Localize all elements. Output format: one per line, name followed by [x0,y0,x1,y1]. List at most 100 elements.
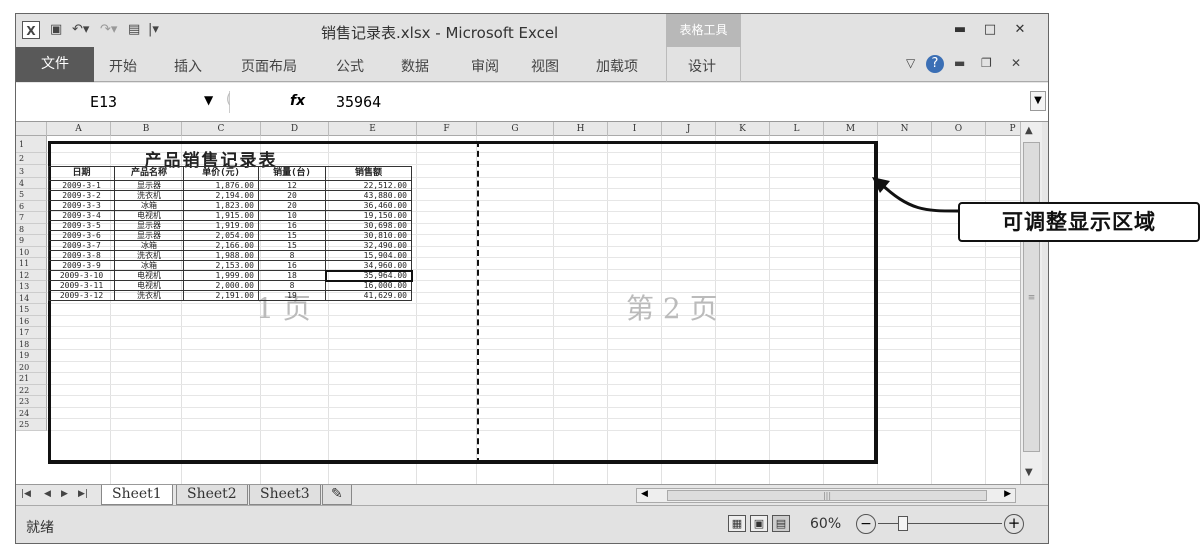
page-break-preview-icon[interactable]: ▤ [772,515,790,532]
row-header-5[interactable]: 5 [16,189,47,201]
table-cell[interactable]: 8 [258,250,326,261]
row-header-20[interactable]: 20 [16,361,47,373]
excel-logo-icon[interactable]: X [22,21,40,39]
table-cell[interactable]: 15,904.00 [325,250,412,261]
print-preview-icon[interactable]: ▤ [128,21,140,39]
vertical-scroll-thumb[interactable]: ≡ [1023,142,1040,452]
column-header-l[interactable]: L [770,122,824,136]
name-box[interactable]: E13 [20,91,230,113]
table-cell[interactable]: 2009-3-5 [48,220,115,231]
workbook-restore-icon[interactable]: ❐ [981,56,992,70]
table-cell[interactable]: 2009-3-3 [48,200,115,211]
help-icon[interactable]: ? [926,55,944,73]
row-header-17[interactable]: 17 [16,327,47,339]
table-cell[interactable]: 10 [258,210,326,221]
table-cell[interactable]: 2009-3-8 [48,250,115,261]
last-sheet-icon[interactable]: ▶| [78,489,88,499]
table-cell[interactable]: 冰箱 [114,240,184,251]
table-cell[interactable]: 16 [258,220,326,231]
table-cell[interactable]: 2009-3-11 [48,280,115,291]
tab-home[interactable]: 开始 [109,56,137,76]
table-cell[interactable]: 12 [258,180,326,191]
row-header-14[interactable]: 14 [16,292,47,304]
next-sheet-icon[interactable]: ▶ [61,489,68,499]
table-cell[interactable]: 2009-3-10 [48,270,115,281]
table-cell[interactable]: 35,964.00 [324,269,413,282]
table-cell[interactable]: 15 [258,230,326,241]
table-cell[interactable]: 2,054.00 [183,230,259,241]
insert-sheet-icon[interactable]: ✎ [322,485,352,505]
tab-formulas[interactable]: 公式 [336,56,364,76]
header-quantity[interactable]: 销量(台) [258,166,326,181]
table-cell[interactable]: 30,698.00 [325,220,412,231]
scroll-up-icon[interactable]: ▲ [1025,125,1033,136]
table-cell[interactable]: 30,810.00 [325,230,412,241]
header-price[interactable]: 单价(元) [183,166,259,181]
vertical-scrollbar[interactable]: ▲ ≡ ▼ [1020,122,1042,484]
zoom-out-icon[interactable]: − [856,514,876,534]
tab-review[interactable]: 审阅 [471,56,499,76]
table-cell[interactable]: 15 [258,240,326,251]
sheet-tab-2[interactable]: Sheet2 [176,485,248,505]
table-cell[interactable]: 2,194.00 [183,190,259,201]
row-header-1[interactable]: 1 [16,136,47,153]
table-cell[interactable]: 19,150.00 [325,210,412,221]
column-header-o[interactable]: O [932,122,986,136]
scroll-down-icon[interactable]: ▼ [1025,467,1033,478]
row-header-13[interactable]: 13 [16,281,47,293]
table-cell[interactable]: 电视机 [114,270,184,281]
row-header-23[interactable]: 23 [16,396,47,408]
column-header-c[interactable]: C [182,122,261,136]
table-cell[interactable]: 22,512.00 [325,180,412,191]
table-cell[interactable]: 冰箱 [114,260,184,271]
table-cell[interactable]: 8 [258,280,326,291]
table-cell[interactable]: 16 [258,260,326,271]
table-cell[interactable]: 2009-3-9 [48,260,115,271]
header-sales[interactable]: 销售额 [325,166,412,181]
expand-formula-bar-icon[interactable]: ▼ [1030,91,1046,111]
page-break-line[interactable] [477,141,479,464]
row-header-10[interactable]: 10 [16,246,47,258]
workbook-close-icon[interactable]: ✕ [1011,56,1021,70]
column-header-a[interactable]: A [47,122,111,136]
customize-icon[interactable]: |▾ [148,21,159,39]
table-cell[interactable]: 20 [258,200,326,211]
table-cell[interactable]: 1,876.00 [183,180,259,191]
horizontal-scrollbar[interactable]: ◀ ||| ▶ [636,488,1016,503]
table-cell[interactable]: 显示器 [114,180,184,191]
row-header-3[interactable]: 3 [16,164,47,178]
table-cell[interactable]: 2,153.00 [183,260,259,271]
table-cell[interactable]: 洗衣机 [114,290,184,301]
table-cell[interactable]: 洗衣机 [114,190,184,201]
cancel-entry-icon[interactable]: ( [226,92,231,107]
table-cell[interactable]: 电视机 [114,280,184,291]
redo-icon[interactable]: ↷▾ [100,21,117,39]
table-cell[interactable]: 1,823.00 [183,200,259,211]
table-cell[interactable]: 冰箱 [114,200,184,211]
column-header-j[interactable]: J [662,122,716,136]
scroll-left-icon[interactable]: ◀ [641,489,648,499]
row-header-19[interactable]: 19 [16,350,47,362]
tab-insert[interactable]: 插入 [174,56,202,76]
table-cell[interactable]: 2,191.00 [183,290,259,301]
table-cell[interactable]: 洗衣机 [114,250,184,261]
header-product[interactable]: 产品名称 [114,166,184,181]
table-cell[interactable]: 41,629.00 [325,290,412,301]
save-icon[interactable]: ▣ [50,21,62,39]
zoom-slider-thumb[interactable] [898,516,908,531]
column-header-n[interactable]: N [878,122,932,136]
table-cell[interactable]: 43,880.00 [325,190,412,201]
column-header-f[interactable]: F [417,122,477,136]
tab-view[interactable]: 视图 [531,56,559,76]
zoom-in-icon[interactable]: + [1004,514,1024,534]
table-cell[interactable]: 1,915.00 [183,210,259,221]
column-header-b[interactable]: B [111,122,182,136]
insert-function-icon[interactable]: fx [290,93,305,109]
name-box-dropdown-icon[interactable]: ▼ [204,93,213,107]
sheet-tab-3[interactable]: Sheet3 [249,485,321,505]
scroll-right-icon[interactable]: ▶ [1004,489,1011,499]
table-cell[interactable]: 1,999.00 [183,270,259,281]
table-cell[interactable]: 1,988.00 [183,250,259,261]
table-cell[interactable]: 2,000.00 [183,280,259,291]
table-cell[interactable]: 2009-3-1 [48,180,115,191]
